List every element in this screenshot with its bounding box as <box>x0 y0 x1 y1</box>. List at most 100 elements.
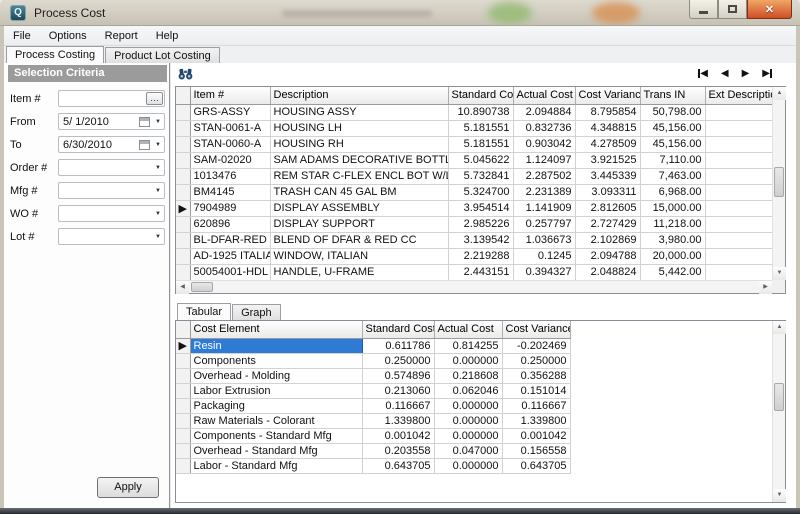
column-header-actual-cost[interactable]: Actual Cost <box>513 87 575 104</box>
scrollbar-thumb[interactable] <box>774 167 784 197</box>
vertical-scrollbar[interactable]: ▲ ▼ <box>772 321 785 502</box>
cell[interactable] <box>705 104 772 120</box>
row-selector[interactable] <box>176 232 190 248</box>
cell[interactable]: 45,156.00 <box>640 120 705 136</box>
cell[interactable] <box>705 232 772 248</box>
cell[interactable]: DISPLAY SUPPORT <box>270 216 448 232</box>
scroll-down-icon[interactable]: ▼ <box>773 489 786 502</box>
calendar-icon[interactable] <box>139 117 150 127</box>
cell[interactable]: 0.156558 <box>502 443 570 458</box>
cell[interactable]: 20,000.00 <box>640 248 705 264</box>
table-row[interactable]: 50054001-HDLHANDLE, U-FRAME2.4431510.394… <box>176 264 772 280</box>
cell[interactable]: 2.443151 <box>448 264 513 280</box>
cell[interactable]: 5,442.00 <box>640 264 705 280</box>
chevron-down-icon[interactable]: ▼ <box>152 188 164 194</box>
menu-item-help[interactable]: Help <box>147 28 188 44</box>
cell[interactable] <box>705 200 772 216</box>
cell[interactable]: AD-1925 ITALIAN <box>190 248 270 264</box>
column-header-cost-variance[interactable]: Cost Variance <box>575 87 640 104</box>
cell[interactable]: 8.795854 <box>575 104 640 120</box>
browse-ellipsis-button[interactable]: … <box>146 92 163 105</box>
previous-record-icon[interactable]: ◀ <box>721 68 729 79</box>
cell[interactable] <box>705 264 772 280</box>
vertical-scrollbar[interactable]: ▲ ▼ <box>772 87 785 280</box>
row-selector[interactable] <box>176 248 190 264</box>
cell[interactable]: 1013476 <box>190 168 270 184</box>
tab-tabular[interactable]: Tabular <box>177 303 231 320</box>
horizontal-scrollbar[interactable]: ◀ ▶ <box>176 280 772 293</box>
scroll-right-icon[interactable]: ▶ <box>759 281 772 294</box>
table-row[interactable]: Labor - Standard Mfg0.6437050.0000000.64… <box>176 458 570 473</box>
row-selector[interactable] <box>176 168 190 184</box>
cell[interactable]: 15,000.00 <box>640 200 705 216</box>
cell[interactable]: 0.000000 <box>434 398 502 413</box>
cell[interactable]: 2.231389 <box>513 184 575 200</box>
table-row[interactable]: Components0.2500000.0000000.250000 <box>176 353 570 368</box>
cell[interactable]: 4.348815 <box>575 120 640 136</box>
cell[interactable]: Labor Extrusion <box>190 383 362 398</box>
maximize-button[interactable] <box>718 0 747 19</box>
cell[interactable]: 2.102869 <box>575 232 640 248</box>
cell[interactable]: 3.139542 <box>448 232 513 248</box>
cell[interactable]: 0.000000 <box>434 428 502 443</box>
cell[interactable]: 2.094788 <box>575 248 640 264</box>
cell[interactable] <box>705 152 772 168</box>
cell[interactable]: 10.890738 <box>448 104 513 120</box>
cell[interactable]: SAM ADAMS DECORATIVE BOTTLE <box>270 152 448 168</box>
row-selector[interactable] <box>176 216 190 232</box>
cell[interactable]: SAM-02020 <box>190 152 270 168</box>
scroll-up-icon[interactable]: ▲ <box>773 87 786 100</box>
minimize-button[interactable] <box>689 0 718 19</box>
cell[interactable]: 0.832736 <box>513 120 575 136</box>
calendar-icon[interactable] <box>139 140 150 150</box>
cell[interactable]: 2.985226 <box>448 216 513 232</box>
cell[interactable]: 5.324700 <box>448 184 513 200</box>
row-selector[interactable] <box>176 136 190 152</box>
cell[interactable]: 0.643705 <box>362 458 434 473</box>
cell[interactable]: 2.094884 <box>513 104 575 120</box>
cell[interactable]: 0.001042 <box>502 428 570 443</box>
column-header-standard-cost[interactable]: Standard Cost <box>362 321 434 338</box>
cell[interactable]: Raw Materials - Colorant <box>190 413 362 428</box>
table-row[interactable]: Raw Materials - Colorant1.3398000.000000… <box>176 413 570 428</box>
cell[interactable] <box>705 184 772 200</box>
cell[interactable]: 2.812605 <box>575 200 640 216</box>
first-record-icon[interactable]: ◀ <box>698 68 708 79</box>
cell[interactable]: 0.574896 <box>362 368 434 383</box>
cell[interactable] <box>705 136 772 152</box>
cell[interactable]: 0.203558 <box>362 443 434 458</box>
cell[interactable]: Overhead - Molding <box>190 368 362 383</box>
table-row[interactable]: GRS-ASSYHOUSING ASSY10.8907382.0948848.7… <box>176 104 772 120</box>
row-selector[interactable] <box>176 383 190 398</box>
table-row[interactable]: Packaging0.1166670.0000000.116667 <box>176 398 570 413</box>
menu-item-file[interactable]: File <box>4 28 40 44</box>
cell[interactable]: Components <box>190 353 362 368</box>
cell[interactable]: 2.048824 <box>575 264 640 280</box>
cell[interactable]: 5.045622 <box>448 152 513 168</box>
cell[interactable]: 0.047000 <box>434 443 502 458</box>
cell[interactable]: 0.643705 <box>502 458 570 473</box>
last-record-icon[interactable]: ▶ <box>762 68 772 79</box>
cell[interactable]: 0.1245 <box>513 248 575 264</box>
cell[interactable]: 0.000000 <box>434 413 502 428</box>
table-row[interactable]: Overhead - Standard Mfg0.2035580.0470000… <box>176 443 570 458</box>
row-selector[interactable] <box>176 428 190 443</box>
cell[interactable]: 45,156.00 <box>640 136 705 152</box>
apply-button[interactable]: Apply <box>97 477 159 498</box>
cell[interactable]: 0.394327 <box>513 264 575 280</box>
cell[interactable]: Labor - Standard Mfg <box>190 458 362 473</box>
cell[interactable]: 5.732841 <box>448 168 513 184</box>
chevron-down-icon[interactable]: ▼ <box>152 234 164 240</box>
cell[interactable]: Components - Standard Mfg <box>190 428 362 443</box>
row-selector[interactable] <box>176 264 190 280</box>
tab-product-lot-costing[interactable]: Product Lot Costing <box>105 47 220 63</box>
to-date-input[interactable]: 6/30/2010▼ <box>58 136 165 153</box>
row-selector[interactable] <box>176 368 190 383</box>
row-selector[interactable] <box>176 443 190 458</box>
cell[interactable]: HOUSING RH <box>270 136 448 152</box>
cell[interactable]: DISPLAY ASSEMBLY <box>270 200 448 216</box>
scroll-up-icon[interactable]: ▲ <box>773 321 786 334</box>
table-row[interactable]: STAN-0060-AHOUSING RH5.1815510.9030424.2… <box>176 136 772 152</box>
cell[interactable]: 0.250000 <box>362 353 434 368</box>
cell[interactable]: 2.727429 <box>575 216 640 232</box>
